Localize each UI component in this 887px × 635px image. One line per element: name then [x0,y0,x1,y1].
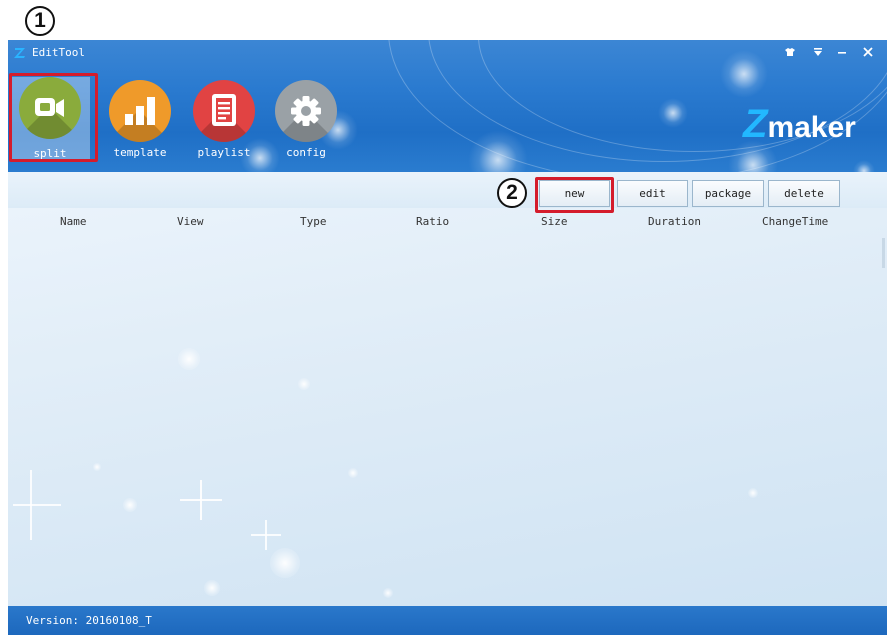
close-icon[interactable] [856,41,880,63]
tool-playlist-button[interactable]: playlist [184,80,264,160]
header-banner: EditTool split template playlist config … [8,40,887,172]
column-header-size[interactable]: Size [541,215,568,228]
column-header-changetime[interactable]: ChangeTime [762,215,828,228]
package-button[interactable]: package [692,180,764,207]
status-bar: Version: 20160108_T [8,606,887,635]
column-header-type[interactable]: Type [300,215,327,228]
edittool-window: EditTool split template playlist config … [8,40,887,635]
action-toolbar: new edit package delete [8,172,887,209]
skin-icon[interactable] [778,41,802,63]
logo-text: maker [767,111,856,144]
menu-icon[interactable] [806,41,830,63]
window-title: EditTool [32,46,85,59]
version-label: Version: 20160108_T [26,614,152,627]
column-header-view[interactable]: View [177,215,204,228]
tool-playlist-label: playlist [197,146,251,159]
highlight-new [535,177,614,213]
z-logo-icon [14,48,25,58]
tool-template-button[interactable]: template [100,80,180,160]
delete-button[interactable]: delete [768,180,840,207]
logo-z: Z [743,102,768,146]
gear-icon [275,80,337,142]
zmaker-logo: Zmaker [743,102,856,147]
vertical-scrollbar[interactable] [882,238,885,268]
column-header-duration[interactable]: Duration [648,215,701,228]
document-list-icon [193,80,255,142]
tool-template-label: template [113,146,167,159]
tool-config-button[interactable]: config [266,80,346,160]
tool-config-label: config [286,146,326,159]
file-table: Name View Type Ratio Size Duration Chang… [8,208,887,606]
highlight-split [9,73,98,162]
bar-chart-icon [109,80,171,142]
annotation-marker-1: 1 [25,6,55,36]
edit-button[interactable]: edit [617,180,688,207]
column-header-name[interactable]: Name [60,215,87,228]
column-header-ratio[interactable]: Ratio [416,215,449,228]
annotation-marker-2: 2 [497,178,527,208]
minimize-icon[interactable] [830,41,854,63]
